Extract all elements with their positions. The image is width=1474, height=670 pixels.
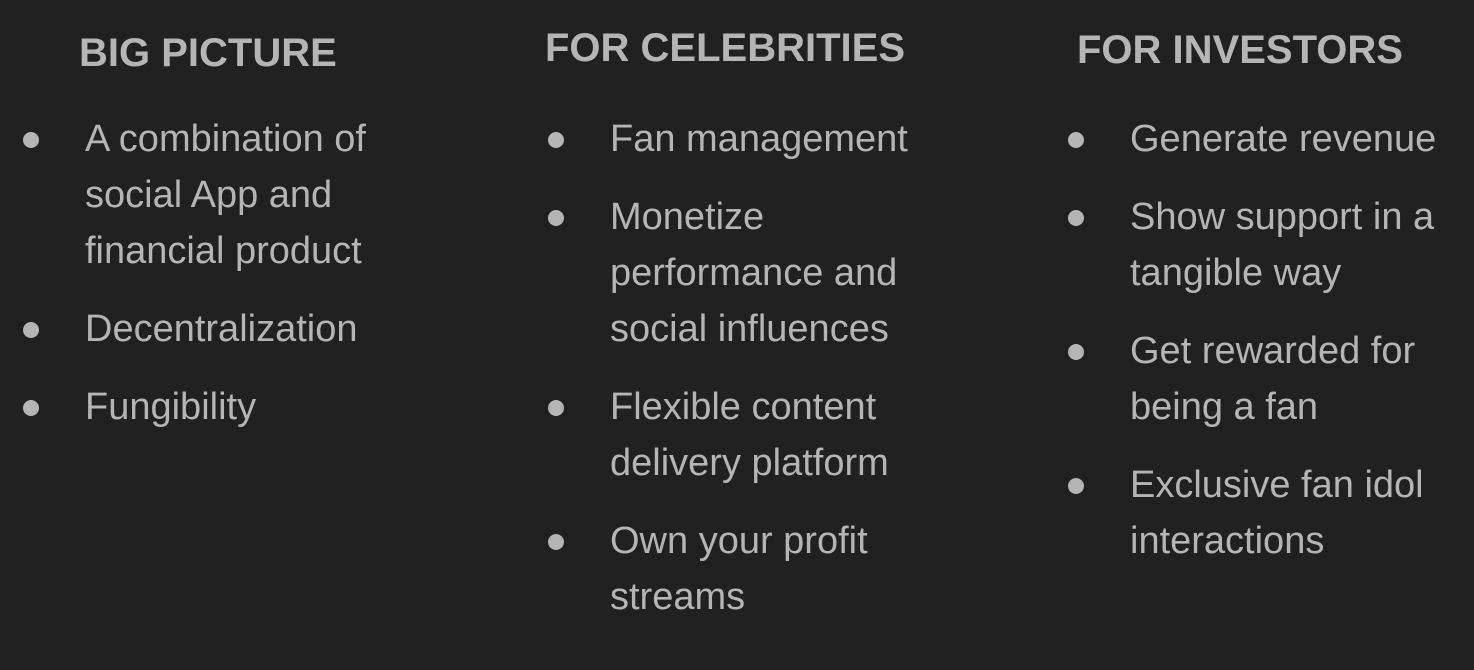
list-item-text: Generate revenue <box>1130 118 1437 160</box>
bullet-dot-icon <box>548 210 564 226</box>
list-item: Generate revenue <box>1068 111 1460 167</box>
list-item-text: Flexible content delivery platform <box>610 386 889 484</box>
bullet-list-big-picture: A combination of social App and financia… <box>23 111 415 457</box>
bullet-dot-icon <box>23 322 39 338</box>
heading-big-picture: BIG PICTURE <box>79 31 337 75</box>
bullet-dot-icon <box>1068 132 1084 148</box>
list-item: Fan management <box>548 111 955 167</box>
list-item-text: Show support in a tangible way <box>1130 196 1435 294</box>
bullet-dot-icon <box>548 132 564 148</box>
list-item-text: Monetize performance and social influenc… <box>610 196 898 350</box>
heading-for-celebrities: FOR CELEBRITIES <box>545 26 906 70</box>
list-item-text: A combination of social App and financia… <box>85 118 366 272</box>
bullet-dot-icon <box>1068 478 1084 494</box>
list-item-text: Own your profit streams <box>610 520 868 618</box>
list-item: A combination of social App and financia… <box>23 111 415 279</box>
list-item-text: Fungibility <box>85 386 257 428</box>
heading-for-investors: FOR INVESTORS <box>1077 28 1403 72</box>
bullet-list-for-celebrities: Fan management Monetize performance and … <box>548 111 955 647</box>
list-item-text: Decentralization <box>85 308 358 350</box>
list-item: Own your profit streams <box>548 513 955 625</box>
list-item-text: Fan management <box>610 118 908 160</box>
list-item: Monetize performance and social influenc… <box>548 189 955 357</box>
bullet-list-for-investors: Generate revenue Show support in a tangi… <box>1068 111 1460 591</box>
list-item: Get rewarded for being a fan <box>1068 323 1460 435</box>
list-item: Fungibility <box>23 379 415 435</box>
list-item: Decentralization <box>23 301 415 357</box>
list-item-text: Exclusive fan idol interactions <box>1130 464 1424 562</box>
bullet-dot-icon <box>1068 210 1084 226</box>
bullet-dot-icon <box>1068 344 1084 360</box>
list-item: Flexible content delivery platform <box>548 379 955 491</box>
bullet-dot-icon <box>548 400 564 416</box>
bullet-dot-icon <box>548 534 564 550</box>
list-item-text: Get rewarded for being a fan <box>1130 330 1416 428</box>
bullet-dot-icon <box>23 132 39 148</box>
bullet-dot-icon <box>23 400 39 416</box>
list-item: Show support in a tangible way <box>1068 189 1460 301</box>
list-item: Exclusive fan idol interactions <box>1068 457 1460 569</box>
